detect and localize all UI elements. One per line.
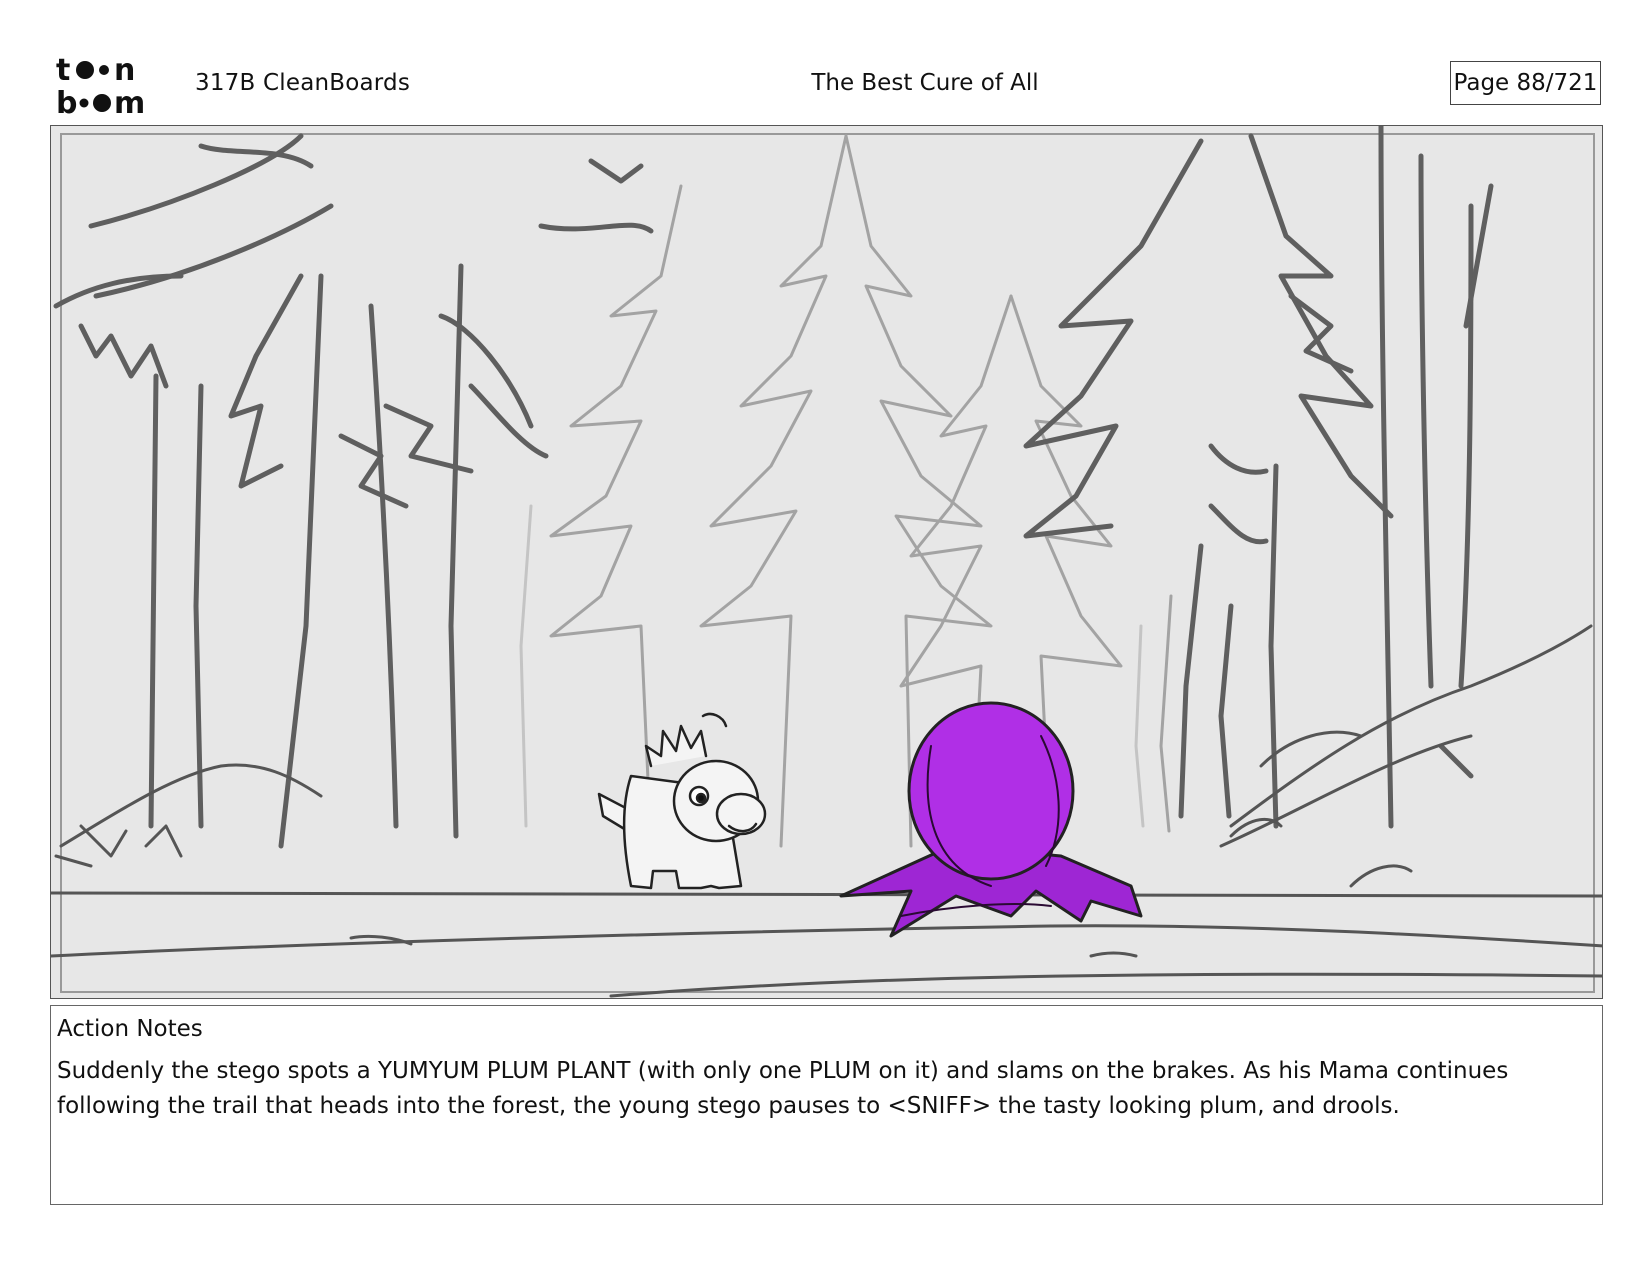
page-indicator: Page 88/721 [1450,61,1601,105]
action-notes-label: Action Notes [57,1016,203,1042]
panel-drawing [51,126,1602,998]
yumyum-plum-plant [839,701,1143,938]
action-notes: Action Notes Suddenly the stego spots a … [50,1005,1603,1205]
action-notes-text: Suddenly the stego spots a YUMYUM PLUM P… [57,1058,1509,1119]
document-title: The Best Cure of All [811,70,1039,96]
storyboard-panel [50,125,1603,999]
young-stego-character [597,712,767,890]
